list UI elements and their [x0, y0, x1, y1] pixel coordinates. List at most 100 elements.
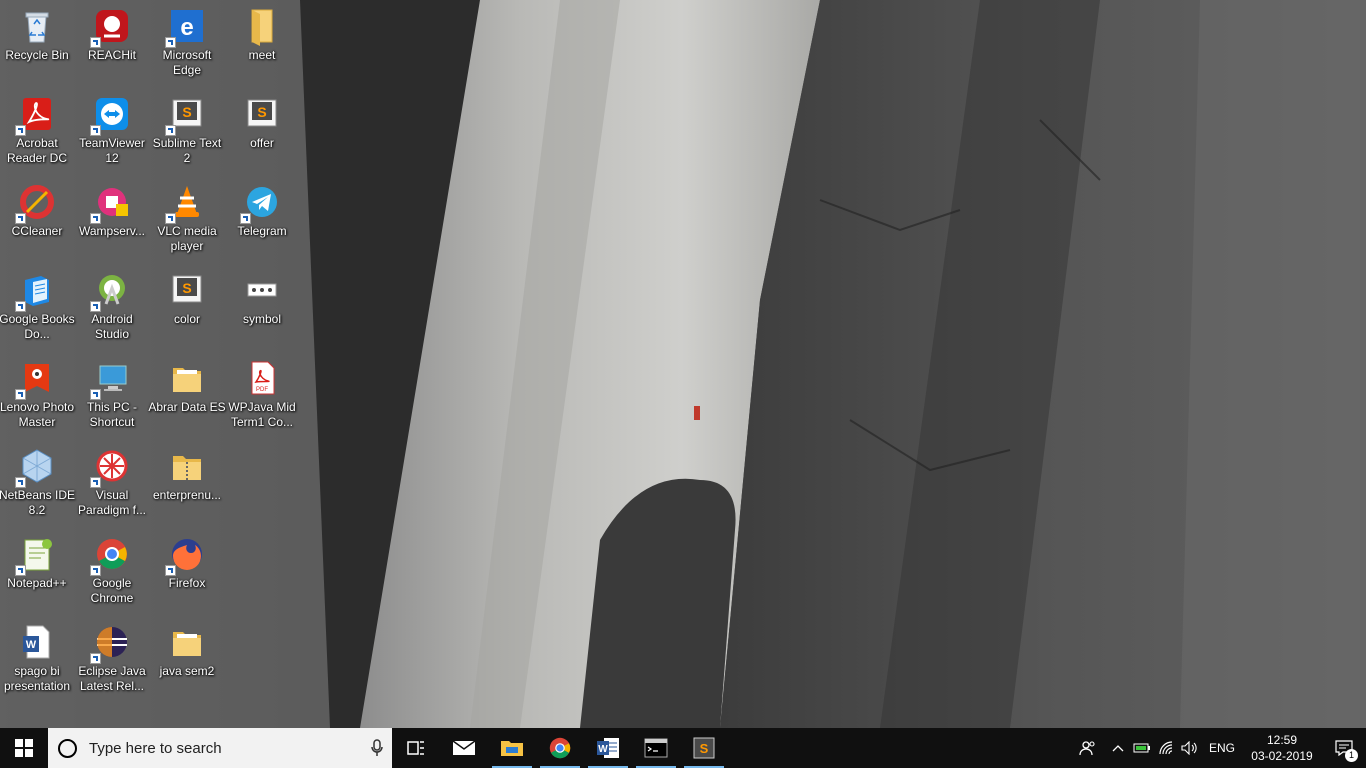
desktop-icon-visual-paradigm[interactable]: Visual Paradigm f... [75, 442, 149, 526]
desktop-icon-label: VLC media player [157, 224, 217, 253]
desktop-icon-ccleaner[interactable]: CCleaner [0, 178, 74, 262]
firefox-icon [165, 534, 207, 576]
desktop-icon-java-sem2[interactable]: java sem2 [150, 618, 224, 702]
command-prompt-icon [644, 738, 668, 758]
desktop-icon-reachit[interactable]: REACHit [75, 2, 149, 86]
wifi-button[interactable] [1154, 728, 1178, 768]
battery-icon [1133, 743, 1150, 753]
desktop-icon-label: Firefox [168, 576, 206, 590]
desktop-icon-sublime-text[interactable]: S Sublime Text 2 [150, 90, 224, 174]
action-center-button[interactable]: 1 [1322, 728, 1366, 768]
teamviewer-icon [90, 94, 132, 136]
desktop-icon-notepadpp[interactable]: Notepad++ [0, 530, 74, 614]
desktop-icon-label: WPJava Mid Term1 Co... [228, 400, 296, 429]
desktop-icon-label: CCleaner [11, 224, 63, 238]
volume-button[interactable] [1178, 728, 1202, 768]
taskbar-mail[interactable] [440, 728, 488, 768]
desktop-icon-label: color [173, 312, 200, 326]
desktop-icon-netbeans[interactable]: NetBeans IDE 8.2 [0, 442, 76, 526]
desktop-icon-microsoft-edge[interactable]: e Microsoft Edge [150, 2, 224, 86]
mail-icon [452, 740, 476, 755]
desktop-icon-telegram[interactable]: Telegram [225, 178, 299, 262]
file-explorer-icon [501, 741, 523, 756]
chrome-icon [549, 737, 571, 759]
task-view-button[interactable] [392, 728, 440, 768]
desktop-icon-acrobat[interactable]: Acrobat Reader DC [0, 90, 74, 174]
desktop-icon-wampserver[interactable]: Wampserv... [75, 178, 149, 262]
svg-text:W: W [598, 744, 608, 755]
taskbar-sublime-text[interactable]: S [680, 728, 728, 768]
taskbar: Type here to search W S ENG 12:59 03-02-… [0, 728, 1366, 768]
desktop-icon-spago-bi-presentation[interactable]: W spago bi presentation [0, 618, 74, 702]
clock-date: 03-02-2019 [1251, 749, 1313, 763]
this-pc-icon [90, 358, 132, 400]
desktop-icon-label: Visual Paradigm f... [77, 488, 147, 517]
desktop-icon-symbol[interactable]: symbol [225, 266, 299, 350]
desktop-icon-meet[interactable]: meet [225, 2, 299, 86]
desktop-icon-vlc[interactable]: VLC media player [150, 178, 224, 262]
svg-text:S: S [257, 104, 266, 120]
svg-text:W: W [26, 639, 37, 651]
desktop-icon-label: Google Books Do... [0, 312, 75, 341]
desktop-icon-google-books[interactable]: Google Books Do... [0, 266, 75, 350]
desktop-icon-label: Android Studio [91, 312, 133, 341]
desktop-icon-android-studio[interactable]: Android Studio [75, 266, 149, 350]
desktop-icon-color[interactable]: S color [150, 266, 224, 350]
desktop-icon-offer[interactable]: S offer [225, 90, 299, 174]
svg-text:S: S [182, 104, 191, 120]
desktop-icon-firefox[interactable]: Firefox [150, 530, 224, 614]
desktop-icon-wpjava-mid-term1[interactable]: PDF WPJava Mid Term1 Co... [225, 354, 299, 438]
desktop-icon-label: Notepad++ [7, 576, 67, 590]
show-hidden-icons-button[interactable] [1106, 728, 1130, 768]
desktop-icon-label: Recycle Bin [5, 48, 69, 62]
svg-text:PDF: PDF [256, 387, 268, 393]
desktop-icon-abrar-data-es[interactable]: Abrar Data ES [148, 354, 226, 438]
desktop-icon-label: java sem2 [159, 664, 215, 678]
sublime-file-icon: S [242, 94, 282, 134]
search-input[interactable]: Type here to search [48, 728, 392, 768]
taskbar-command-prompt[interactable] [632, 728, 680, 768]
android-studio-icon [90, 270, 132, 312]
taskbar-chrome[interactable] [536, 728, 584, 768]
ccleaner-icon [15, 182, 57, 224]
speaker-icon [1181, 741, 1197, 755]
desktop-icon-label: Microsoft Edge [162, 48, 212, 77]
people-button[interactable] [1070, 728, 1106, 768]
acrobat-icon [15, 94, 57, 136]
notepadpp-icon [15, 534, 57, 576]
pdf-icon: PDF [242, 358, 282, 398]
clock[interactable]: 12:59 03-02-2019 [1242, 732, 1322, 764]
lenovo-photo-icon [15, 358, 57, 400]
desktop-icon-eclipse[interactable]: Eclipse Java Latest Rel... [75, 618, 149, 702]
taskbar-word[interactable]: W [584, 728, 632, 768]
input-language-indicator[interactable]: ENG [1202, 741, 1242, 755]
desktop-icon-lenovo-photo-master[interactable]: Lenovo Photo Master [0, 354, 74, 438]
google-books-icon [15, 270, 57, 312]
desktop-icon-this-pc[interactable]: This PC - Shortcut [75, 354, 149, 438]
taskbar-file-explorer[interactable] [488, 728, 536, 768]
battery-button[interactable] [1130, 728, 1154, 768]
vlc-icon [165, 182, 207, 224]
clock-time: 12:59 [1266, 733, 1298, 747]
reachit-icon [90, 6, 132, 48]
desktop-icon-google-chrome[interactable]: Google Chrome [75, 530, 149, 614]
netbeans-icon [15, 446, 57, 488]
desktop-icon-label: Sublime Text 2 [152, 136, 222, 165]
svg-text:S: S [700, 741, 709, 756]
desktop-icon-enterprenu[interactable]: enterprenu... [150, 442, 224, 526]
visual-paradigm-icon [90, 446, 132, 488]
folder-icon [167, 358, 207, 398]
desktop-icon-label: meet [248, 48, 276, 62]
image-file-icon [242, 270, 282, 310]
desktop-icon-label: Abrar Data ES [148, 400, 226, 414]
desktop-icon-label: NetBeans IDE 8.2 [0, 488, 76, 517]
chrome-icon [90, 534, 132, 576]
recycle-bin-icon [17, 6, 57, 46]
start-button[interactable] [0, 728, 48, 768]
microphone-icon[interactable] [362, 739, 392, 757]
sublime-file-icon: S [167, 270, 207, 310]
desktop-icon-recycle-bin[interactable]: Recycle Bin [0, 2, 74, 86]
desktop-icon-teamviewer[interactable]: TeamViewer 12 [75, 90, 149, 174]
people-icon [1079, 741, 1095, 756]
edge-icon: e [165, 6, 207, 48]
